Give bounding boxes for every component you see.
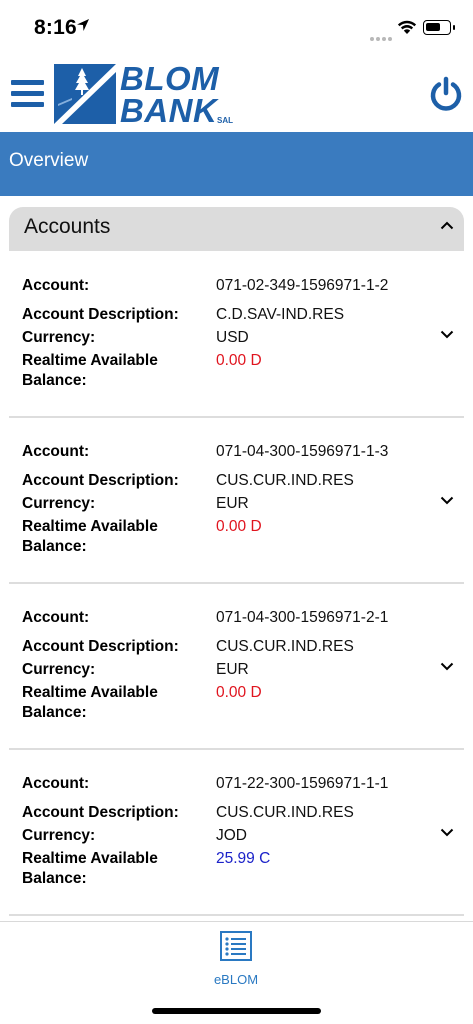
account-currency: JOD (216, 827, 247, 844)
balance-label-line1: Realtime Available (22, 684, 158, 701)
description-label: Account Description: (22, 472, 179, 489)
chevron-down-icon[interactable] (440, 828, 454, 837)
account-description: C.D.SAV-IND.RES (216, 306, 345, 323)
account-card[interactable]: Account: 071-22-300-1596971-1-1 Account … (9, 750, 464, 916)
home-indicator (152, 1008, 321, 1014)
currency-label: Currency: (22, 661, 96, 678)
wifi-icon (397, 20, 417, 34)
account-card[interactable]: Account: 071-04-300-1596971-1-3 Account … (9, 418, 464, 584)
account-number: 071-22-300-1596971-1-1 (216, 775, 389, 792)
account-number: 071-04-300-1596971-2-1 (216, 609, 389, 626)
balance-label-line2: Balance: (22, 538, 87, 555)
account-label: Account: (22, 277, 90, 294)
account-currency: EUR (216, 661, 249, 678)
account-balance: 25.99 C (216, 850, 271, 867)
currency-label: Currency: (22, 329, 96, 346)
location-arrow-icon (77, 19, 89, 31)
balance-label-line1: Realtime Available (22, 518, 158, 535)
cellular-signal-icon (370, 28, 394, 46)
account-number: 071-02-349-1596971-1-2 (216, 277, 389, 294)
account-currency: USD (216, 329, 249, 346)
hamburger-menu-icon[interactable] (11, 80, 44, 108)
chevron-down-icon[interactable] (440, 330, 454, 339)
account-card[interactable]: Account: 071-02-349-1596971-1-2 Account … (9, 252, 464, 418)
chevron-up-icon[interactable] (440, 221, 454, 230)
balance-label-line1: Realtime Available (22, 850, 158, 867)
account-label: Account: (22, 775, 90, 792)
battery-icon (423, 20, 455, 35)
chevron-down-icon[interactable] (440, 662, 454, 671)
status-time: 8:16 (34, 16, 77, 39)
balance-label-line2: Balance: (22, 704, 87, 721)
account-label: Account: (22, 443, 90, 460)
account-description: CUS.CUR.IND.RES (216, 804, 354, 821)
balance-label-line2: Balance: (22, 372, 87, 389)
list-icon (220, 931, 252, 961)
account-balance: 0.00 D (216, 352, 262, 369)
power-icon[interactable] (428, 76, 464, 112)
account-balance: 0.00 D (216, 518, 262, 535)
account-label: Account: (22, 609, 90, 626)
nav-label: eBLOM (213, 972, 259, 987)
nav-item-eblom[interactable]: eBLOM (200, 928, 272, 987)
status-bar: 8:16 (0, 0, 473, 56)
currency-label: Currency: (22, 827, 96, 844)
description-label: Account Description: (22, 804, 179, 821)
account-description: CUS.CUR.IND.RES (216, 638, 354, 655)
currency-label: Currency: (22, 495, 96, 512)
app-header: BLOM BANK SAL (0, 56, 473, 132)
brand-suffix: SAL (217, 116, 233, 125)
account-balance: 0.00 D (216, 684, 262, 701)
description-label: Account Description: (22, 306, 179, 323)
balance-label-line2: Balance: (22, 870, 87, 887)
account-number: 071-04-300-1596971-1-3 (216, 443, 389, 460)
accounts-section-title: Accounts (24, 215, 111, 238)
account-description: CUS.CUR.IND.RES (216, 472, 354, 489)
brand-name-line2: BANK (120, 92, 218, 129)
account-currency: EUR (216, 495, 249, 512)
description-label: Account Description: (22, 638, 179, 655)
balance-label-line1: Realtime Available (22, 352, 158, 369)
chevron-down-icon[interactable] (440, 496, 454, 505)
accounts-section-header[interactable]: Accounts (9, 207, 464, 251)
overview-bar: Overview (0, 132, 473, 196)
page-title: Overview (9, 150, 89, 171)
logo-emblem (54, 64, 116, 124)
blom-bank-logo: BLOM BANK SAL (54, 60, 244, 132)
account-card[interactable]: Account: 071-04-300-1596971-2-1 Account … (9, 584, 464, 750)
